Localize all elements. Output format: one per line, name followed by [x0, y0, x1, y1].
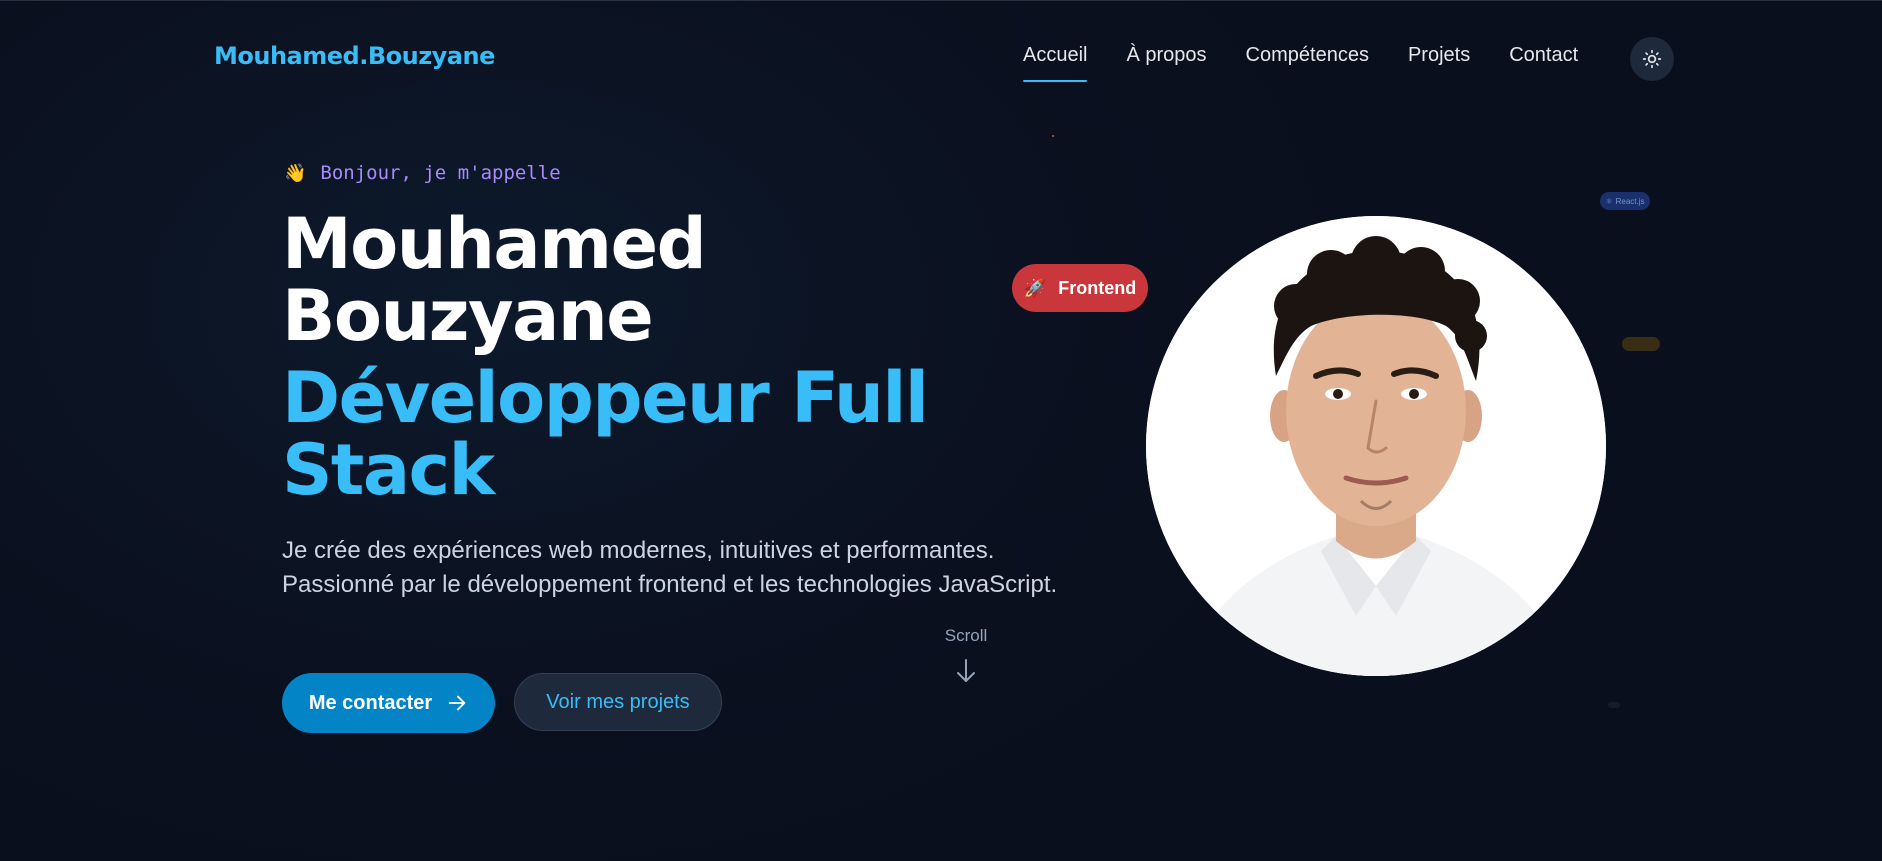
nav-a-propos[interactable]: À propos: [1126, 44, 1206, 80]
theme-toggle-button[interactable]: [1630, 37, 1674, 81]
arrow-right-icon: [448, 695, 466, 711]
javascript-chip: [1622, 337, 1660, 351]
frontend-badge: 🚀 Frontend: [1012, 264, 1148, 312]
profile-photo: [1146, 216, 1606, 676]
hero-description: Je crée des expériences web modernes, in…: [282, 537, 1058, 598]
sun-icon: [1642, 49, 1662, 69]
nav-competences[interactable]: Compétences: [1246, 44, 1369, 80]
decorative-dot: [1052, 135, 1054, 137]
hero-name: Mouhamed Bouzyane: [282, 203, 707, 357]
greeting-text: Bonjour, je m'appelle: [320, 162, 561, 184]
faded-chip: [1608, 702, 1620, 708]
main-nav: Accueil À propos Compétences Projets Con…: [1023, 44, 1578, 82]
greeting: 👋 Bonjour, je m'appelle: [284, 162, 561, 184]
contact-button-label: Me contacter: [308, 691, 433, 714]
rocket-icon: 🚀: [1023, 277, 1047, 298]
contact-button[interactable]: Me contacter: [282, 673, 495, 733]
portrait-image: [1146, 216, 1606, 676]
wave-icon: 👋: [284, 162, 307, 183]
projects-button[interactable]: Voir mes projets: [514, 673, 722, 731]
react-chip: ⚛ React.js: [1600, 192, 1650, 210]
site-header: Mouhamed.Bouzyane Accueil À propos Compé…: [0, 0, 1882, 118]
nav-contact[interactable]: Contact: [1509, 44, 1578, 80]
react-icon: ⚛: [1605, 196, 1613, 206]
arrow-down-icon: [957, 659, 975, 682]
scroll-indicator[interactable]: Scroll: [930, 626, 1002, 684]
nav-accueil[interactable]: Accueil: [1023, 44, 1088, 82]
hero-role: Développeur Full Stack: [282, 357, 929, 511]
site-logo[interactable]: Mouhamed.Bouzyane: [214, 42, 495, 70]
react-chip-label: React.js: [1615, 196, 1645, 206]
nav-projets[interactable]: Projets: [1408, 44, 1470, 80]
frontend-badge-label: Frontend: [1058, 277, 1137, 298]
scroll-label: Scroll: [944, 626, 988, 645]
